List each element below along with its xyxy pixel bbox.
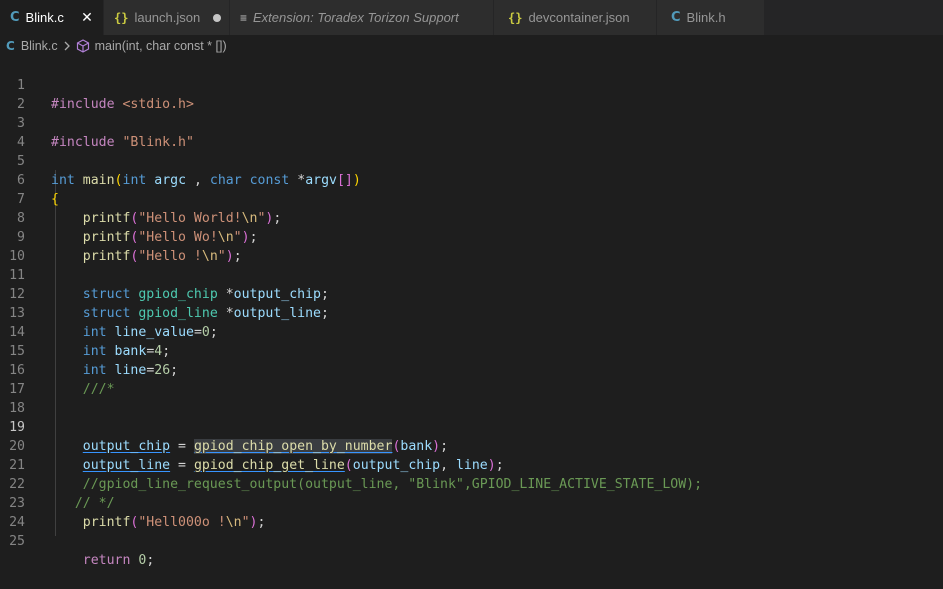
code-line-current[interactable]: 19 output_chip = gpiod_chip_open_by_numb… [0, 399, 943, 454]
code-line[interactable]: 9 printf("Hello !\n"); [0, 209, 943, 264]
code-line[interactable]: 4 [0, 114, 943, 150]
code-line[interactable]: 7 printf("Hello World!\n"); [0, 171, 943, 226]
tab-blink-h[interactable]: C Blink.h [657, 0, 765, 35]
c-file-icon: C [671, 10, 681, 25]
tab-launch-json[interactable]: {} launch.json [104, 0, 230, 35]
method-cube-icon [76, 39, 90, 53]
tab-label: Blink.c [25, 10, 64, 25]
code-line[interactable]: 17 [0, 361, 943, 397]
tab-extension-toradex[interactable]: ≡ Extension: Toradex Torizon Support [230, 0, 494, 35]
tab-blink-c[interactable]: C Blink.c ✕ [0, 0, 104, 35]
code-line[interactable]: 10 [0, 228, 943, 264]
code-line[interactable]: 12 struct gpiod_line *output_line; [0, 266, 943, 321]
code-editor[interactable]: 1 #include <stdio.h> 2 3 #include "Blink… [0, 57, 943, 568]
code-line[interactable]: 16 ///* [0, 342, 943, 397]
tab-label: devcontainer.json [528, 10, 630, 25]
code-text: return 0; [82, 553, 155, 568]
code-line[interactable]: 18 [0, 380, 943, 416]
extension-preview-icon: ≡ [240, 10, 248, 25]
code-line[interactable]: 5 int main(int argc , char const *argv[]… [0, 133, 943, 188]
code-line[interactable]: 22 // */ [0, 456, 943, 511]
code-line[interactable]: 13 int line_value=0; [0, 285, 943, 340]
unsaved-dot-icon[interactable] [213, 13, 221, 22]
code-line[interactable]: 11 struct gpiod_chip *output_chip; [0, 247, 943, 302]
code-line[interactable]: 8 printf("Hello Wo!\n"); [0, 190, 943, 245]
code-line[interactable]: 23 printf("Hell000o !\n"); [0, 475, 943, 530]
code-line[interactable]: 2 [0, 76, 943, 112]
tab-label: launch.json [134, 10, 201, 25]
tab-devcontainer-json[interactable]: {} devcontainer.json [494, 0, 657, 35]
c-file-icon: C [10, 10, 20, 25]
breadcrumb-file[interactable]: Blink.c [21, 39, 58, 53]
editor-tab-bar: C Blink.c ✕ {} launch.json ≡ Extension: … [0, 0, 943, 35]
json-file-icon: {} [508, 10, 523, 25]
breadcrumb: C Blink.c main(int, char const * []) [0, 35, 943, 57]
json-file-icon: {} [114, 10, 129, 25]
code-line[interactable]: 20 output_line = gpiod_chip_get_line(out… [0, 418, 943, 473]
code-line[interactable]: 24 [0, 494, 943, 530]
code-line[interactable]: 25 return 0; [0, 513, 943, 568]
tab-label: Blink.h [686, 10, 726, 25]
chevron-right-icon [63, 41, 71, 51]
code-line[interactable]: 6 { [0, 152, 943, 207]
code-line[interactable]: 3 #include "Blink.h" [0, 95, 943, 150]
breadcrumb-symbol[interactable]: main(int, char const * []) [95, 39, 227, 53]
code-line[interactable]: 1 #include <stdio.h> [0, 57, 943, 112]
code-line[interactable]: 15 int line=26; [0, 323, 943, 378]
c-file-icon: C [6, 39, 15, 53]
tab-label: Extension: Toradex Torizon Support [253, 10, 459, 25]
line-number: 25 [9, 534, 25, 549]
close-icon[interactable]: ✕ [79, 9, 95, 26]
code-line[interactable]: 14 int bank=4; [0, 304, 943, 359]
code-line[interactable]: 21 //gpiod_line_request_output(output_li… [0, 437, 943, 492]
